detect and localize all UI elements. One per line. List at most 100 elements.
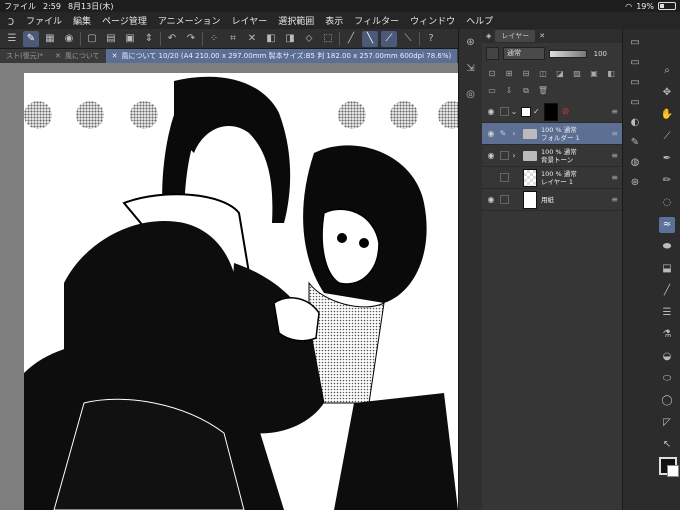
close-icon[interactable]: ✕ [539, 32, 545, 40]
view-icon[interactable]: ◉ [61, 31, 77, 47]
panel-icon[interactable]: ▭ [627, 95, 643, 111]
eye-icon[interactable]: ◉ [485, 195, 497, 204]
save-icon[interactable]: ▣ [122, 31, 138, 47]
stepper-icon[interactable]: ⇕ [141, 31, 157, 47]
hand-icon[interactable]: ✋ [659, 107, 675, 123]
pencil-icon[interactable]: ✏ [659, 173, 675, 189]
snap-special-icon[interactable]: ⟋ [381, 30, 397, 47]
new-layer-icon[interactable]: ▣ [588, 68, 600, 80]
layer-row-folder1[interactable]: ◉ ✎ › 100 % 通常 フォルダー 1 ≡ [482, 123, 622, 145]
crop-icon[interactable]: ⌗ [225, 31, 241, 47]
redo-icon[interactable]: ↷ [183, 31, 199, 47]
layer-menu-icon[interactable]: ≡ [611, 151, 618, 160]
panel-icon[interactable]: ▭ [627, 75, 643, 91]
bucket-icon[interactable]: ⚗ [659, 327, 675, 343]
layer-select-checkbox[interactable] [500, 195, 509, 204]
open-file-icon[interactable]: ▤ [103, 31, 119, 47]
panel-icon[interactable]: ▭ [627, 55, 643, 71]
menu-edit[interactable]: 編集 [73, 14, 91, 27]
layer-row-layer1[interactable]: ◉ 100 % 通常レイヤー 1 ≡ [482, 167, 622, 189]
mask-icon[interactable]: ◪ [554, 68, 566, 80]
layer-tab[interactable]: レイヤー [495, 30, 536, 42]
shape-icon[interactable]: ⬭ [659, 371, 675, 387]
brush-settings-icon[interactable]: ✎ [627, 135, 643, 151]
blend-mode-select[interactable]: 通常 [503, 47, 545, 60]
layer-menu-icon[interactable]: ≡ [611, 129, 618, 138]
undo-icon[interactable]: ↶ [164, 31, 180, 47]
new-folder-icon[interactable]: ▭ [486, 85, 498, 97]
help-icon[interactable]: ? [423, 31, 439, 47]
eyedropper-icon[interactable]: ⟋ [659, 129, 675, 145]
menu-help[interactable]: ヘルプ [466, 14, 493, 27]
menu-selection[interactable]: 選択範囲 [278, 14, 314, 27]
balloon-icon[interactable]: ◯ [659, 393, 675, 409]
layer-property-icon[interactable]: ◍ [627, 155, 643, 171]
tab-restored[interactable]: スト(復元)* [0, 49, 49, 63]
frame-icon[interactable]: ◸ [659, 415, 675, 431]
layer-select-checkbox[interactable] [500, 173, 509, 182]
canvas-area[interactable] [0, 63, 458, 510]
operation-icon[interactable]: ↖ [659, 437, 675, 453]
clip-icon[interactable]: ⊞ [503, 68, 515, 80]
menu-view[interactable]: 表示 [325, 14, 343, 27]
snap-grid-icon[interactable]: ⟍ [400, 31, 416, 47]
menu-window[interactable]: ウィンドウ [410, 14, 455, 27]
eye-icon[interactable]: ◉ [485, 151, 497, 160]
deselect-icon[interactable]: ⁘ [206, 31, 222, 47]
menu-file[interactable]: ファイル [26, 14, 62, 27]
transform-icon[interactable]: ⬦ [301, 31, 317, 47]
new-vector-icon[interactable]: ◧ [605, 68, 617, 80]
menu-layer[interactable]: レイヤー [232, 14, 268, 27]
scale-icon[interactable]: ⬚ [320, 31, 336, 47]
merge-icon[interactable]: ⇩ [503, 85, 515, 97]
eye-icon[interactable]: ◉ [485, 107, 497, 116]
pen-tool-icon[interactable]: ✒ [659, 151, 675, 167]
layer-row-paper[interactable]: ◉ 用紙 ≡ [482, 189, 622, 211]
fill-tool-icon[interactable]: ⬓ [659, 261, 675, 277]
trash-icon[interactable]: 🗑 [537, 85, 549, 97]
panel-icon[interactable]: ▭ [627, 35, 643, 51]
reference-icon[interactable]: ⊟ [520, 68, 532, 80]
menu-page[interactable]: ページ管理 [102, 14, 147, 27]
color-wheel-icon[interactable]: ⊛ [627, 175, 643, 191]
app-logo-icon[interactable]: ↄ [4, 14, 18, 28]
layer-color-swatch[interactable] [486, 47, 499, 60]
manga-page[interactable] [24, 73, 458, 510]
layer-select-checkbox[interactable] [500, 151, 509, 160]
menu-filter[interactable]: フィルター [354, 14, 399, 27]
opacity-slider[interactable] [549, 49, 587, 58]
fill-icon[interactable]: ◧ [263, 31, 279, 47]
clear-icon[interactable]: ✕ [244, 31, 260, 47]
draft-icon[interactable]: ◫ [537, 68, 549, 80]
chevron-right-icon[interactable]: › [509, 129, 519, 138]
edit-mode-icon[interactable]: ✎ [23, 30, 39, 47]
layer-menu-icon[interactable]: ≡ [611, 173, 618, 182]
eye-icon[interactable]: ◉ [485, 129, 497, 138]
layer-menu-icon[interactable]: ≡ [611, 195, 618, 204]
grid-icon[interactable]: ▦ [42, 31, 58, 47]
zoom-icon[interactable]: ⌕ [659, 63, 675, 79]
brush-icon[interactable]: ≈ [659, 217, 675, 233]
mask-disabled-icon[interactable]: ⊘ [562, 107, 570, 117]
lasso-icon[interactable]: ◌ [659, 195, 675, 211]
layer-row-background-tone[interactable]: ◉ › 100 % 通常 背景トーン ≡ [482, 145, 622, 167]
menu-animation[interactable]: アニメーション [158, 14, 221, 27]
eraser-icon[interactable]: ⬬ [659, 239, 675, 255]
move-icon[interactable]: ✥ [659, 85, 675, 101]
layer-select-checkbox[interactable] [500, 107, 509, 116]
camera-icon[interactable]: ◎ [463, 87, 479, 103]
close-icon[interactable]: ✕ [55, 52, 61, 60]
snap-icon[interactable]: ╱ [343, 31, 359, 47]
gradient-icon[interactable]: ◒ [659, 349, 675, 365]
snap-ruler-icon[interactable]: ╲ [362, 30, 378, 47]
tab-kaze-active[interactable]: ✕ 風について 10/20 (A4 210.00 x 297.00mm 製本サイズ… [105, 49, 458, 63]
ruler-icon[interactable]: ▨ [571, 68, 583, 80]
layer-menu-icon[interactable]: ≡ [611, 107, 618, 116]
line-tool-icon[interactable]: ╱ [659, 283, 675, 299]
close-icon[interactable]: ✕ [112, 52, 118, 60]
new-file-icon[interactable]: ▢ [84, 31, 100, 47]
chevron-right-icon[interactable]: › [509, 151, 519, 160]
sub-color-swatch[interactable] [667, 465, 679, 477]
navigator-icon[interactable]: ⊛ [463, 35, 479, 51]
import-icon[interactable]: ⇲ [463, 61, 479, 77]
